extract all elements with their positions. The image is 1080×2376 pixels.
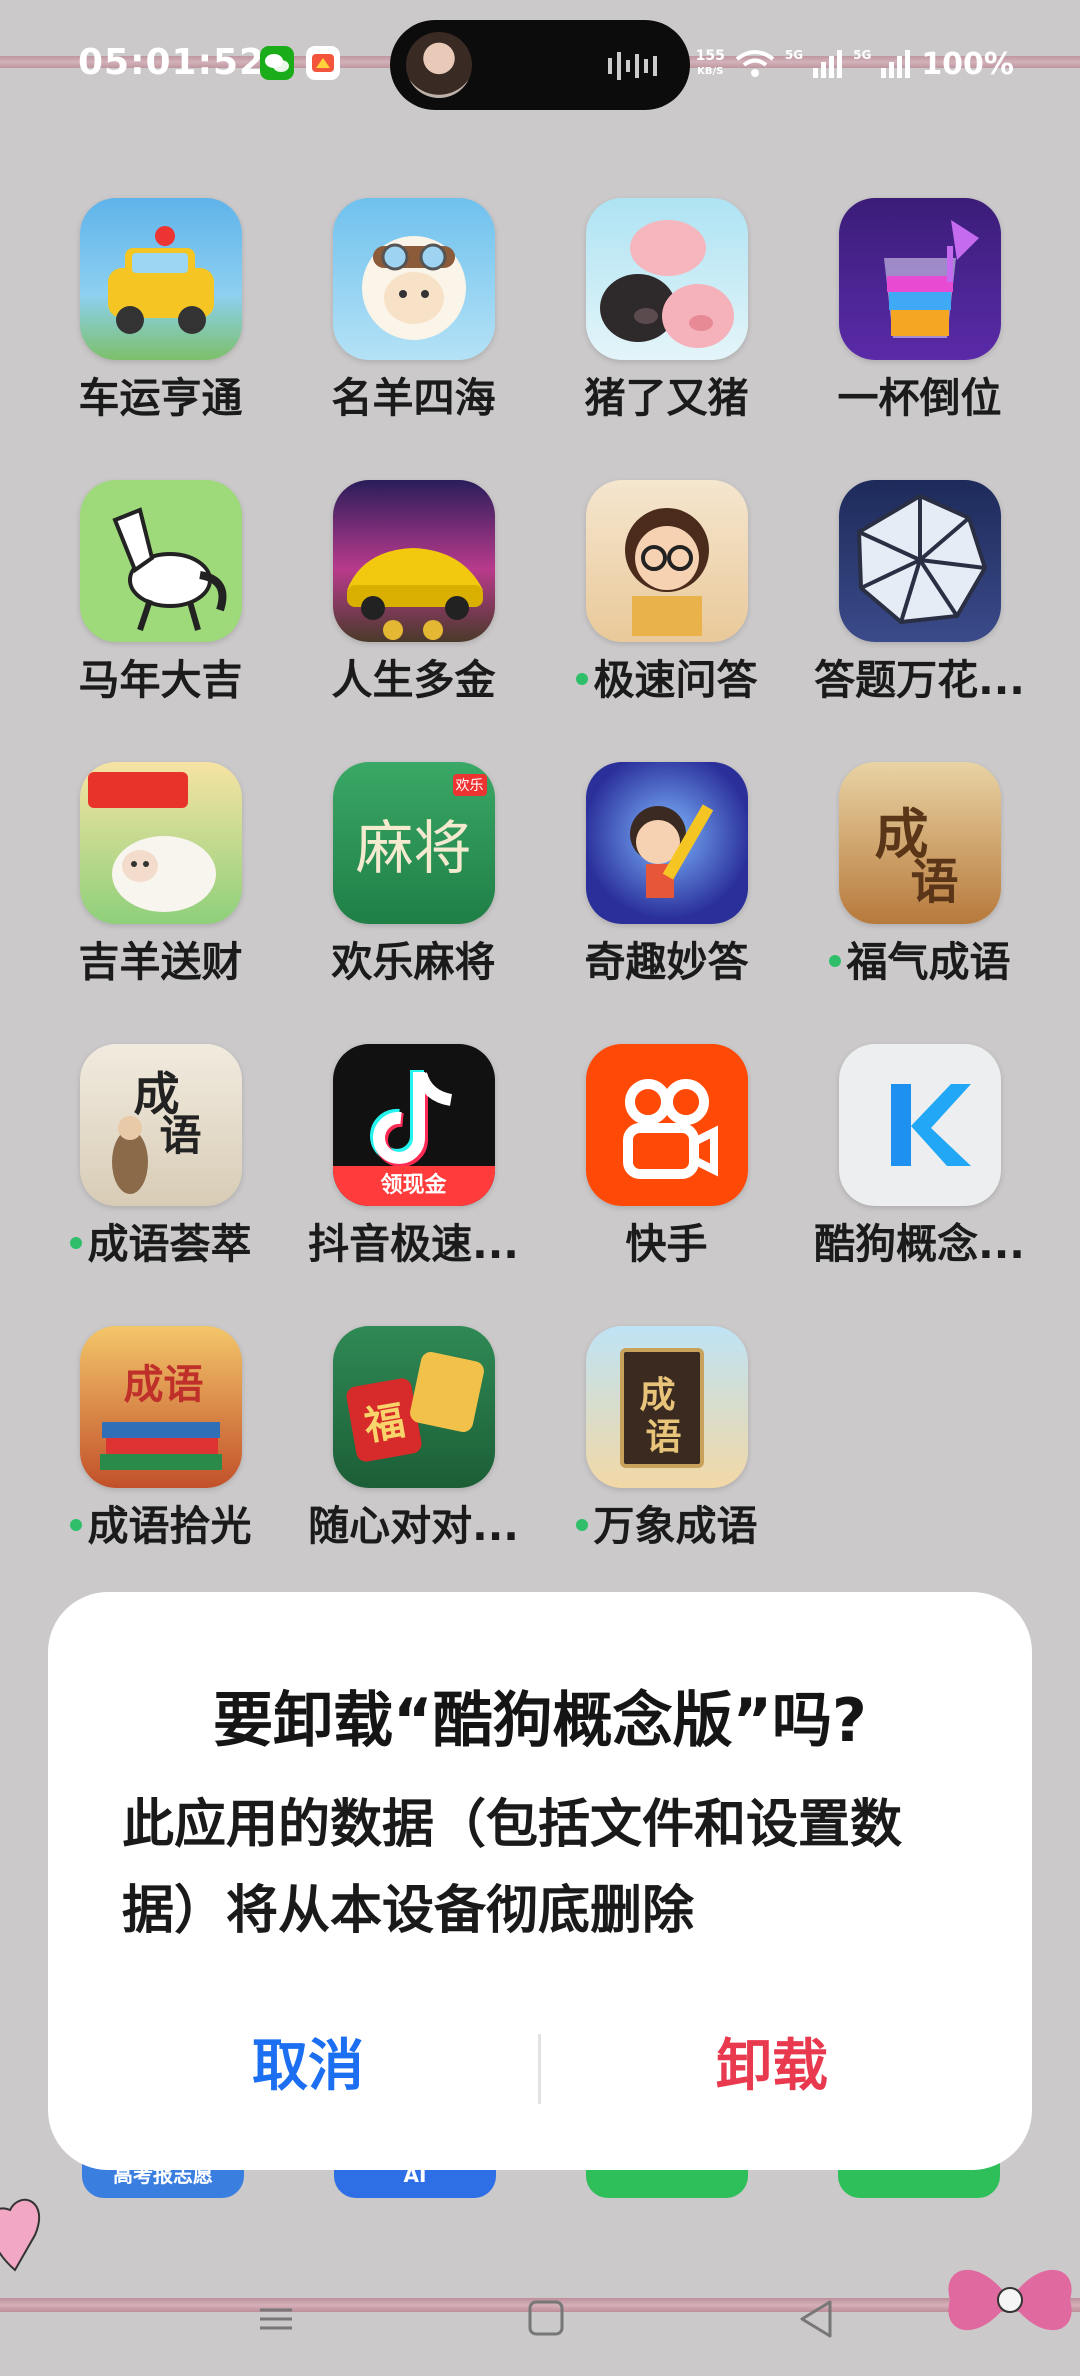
cancel-button[interactable]: 取消 [88, 2012, 528, 2122]
dialog-title: 要卸载“酷狗概念版”吗? [213, 1686, 867, 1756]
dialog-buttons: 取消 卸载 [48, 2012, 1032, 2122]
uninstall-dialog: 要卸载“酷狗概念版”吗? 此应用的数据（包括文件和设置数据）将从本设备彻底删除 … [48, 1592, 1032, 2170]
navigation-bar [0, 2270, 1080, 2360]
dialog-message: 此应用的数据（包括文件和设置数据）将从本设备彻底删除 [122, 1795, 903, 1941]
uninstall-button[interactable]: 卸载 [552, 2012, 992, 2122]
button-divider [538, 2034, 541, 2104]
home-icon[interactable] [516, 2294, 576, 2344]
menu-icon[interactable] [246, 2294, 306, 2344]
back-icon[interactable] [786, 2294, 846, 2344]
